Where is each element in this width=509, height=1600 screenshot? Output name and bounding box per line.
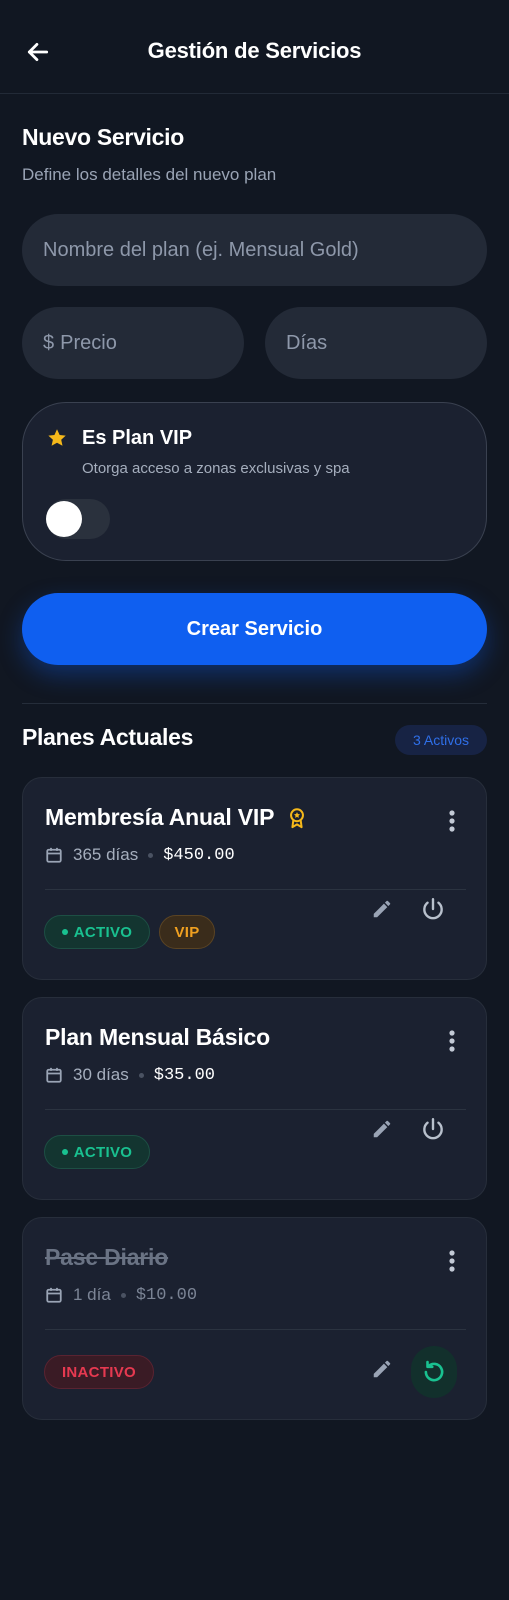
edit-icon (373, 1360, 391, 1378)
edit-icon (373, 1120, 391, 1138)
status-badge: ACTIVO (44, 1135, 150, 1169)
power-button[interactable] (419, 895, 447, 923)
more-vertical-icon (449, 1030, 455, 1052)
plan-card: Plan Mensual Básico 30 días $35.00 ACTIV… (22, 997, 487, 1200)
price-field[interactable]: $ (22, 307, 244, 379)
more-vertical-icon (449, 1250, 455, 1272)
plan-name: Plan Mensual Básico (45, 1024, 270, 1050)
plan-meta: 365 días $450.00 (45, 844, 235, 866)
section-divider (22, 703, 487, 704)
days-input[interactable] (286, 331, 487, 355)
edit-button[interactable] (368, 895, 396, 923)
meta-separator (148, 852, 154, 858)
award-icon (290, 808, 304, 829)
toggle-knob (46, 501, 82, 537)
more-options-button[interactable] (440, 1245, 464, 1277)
status-dot (61, 929, 68, 935)
calendar-icon (46, 1067, 62, 1083)
app-header: Gestión de Servicios (0, 0, 509, 94)
plan-card: Pase Diario 1 día $10.00 INACTIVO (22, 1217, 487, 1420)
star-icon (48, 429, 66, 446)
plan-name-field[interactable] (22, 214, 487, 286)
plan-days: 30 días (73, 1065, 129, 1084)
new-service-subtitle: Define los detalles del nuevo plan (22, 165, 277, 184)
status-dot (61, 1149, 68, 1155)
meta-separator (120, 1292, 126, 1298)
status-badge: INACTIVO (44, 1355, 154, 1389)
status-label: ACTIVO (73, 923, 133, 941)
plan-days: 365 días (73, 845, 139, 864)
status-label: ACTIVO (73, 1143, 133, 1161)
active-count-badge: 3 Activos (395, 725, 487, 755)
plan-card: Membresía Anual VIP 365 días $450.00 ACT… (22, 777, 487, 980)
days-field[interactable] (265, 307, 487, 379)
more-options-button[interactable] (440, 1025, 464, 1057)
page-title: Gestión de Servicios (147, 38, 362, 63)
edit-button[interactable] (368, 1115, 396, 1143)
price-input[interactable] (60, 331, 244, 355)
power-icon (423, 1118, 443, 1140)
plan-meta: 1 día $10.00 (45, 1284, 197, 1306)
plan-name-input[interactable] (43, 238, 487, 262)
plan-price: $10.00 (135, 1285, 198, 1305)
current-plans-title: Planes Actuales (22, 724, 194, 750)
plan-name: Pase Diario (45, 1244, 169, 1270)
edit-button[interactable] (368, 1355, 396, 1383)
restore-button[interactable] (411, 1346, 457, 1398)
new-service-title: Nuevo Servicio (22, 124, 184, 150)
vip-toggle[interactable] (46, 499, 110, 539)
power-button[interactable] (419, 1115, 447, 1143)
card-divider (45, 1109, 466, 1110)
plan-price: $450.00 (163, 845, 235, 865)
plan-price: $35.00 (153, 1065, 215, 1085)
calendar-icon (46, 847, 62, 863)
card-divider (45, 889, 466, 890)
price-prefix: $ (43, 331, 55, 354)
calendar-icon (46, 1287, 62, 1303)
edit-icon (373, 900, 391, 918)
plan-name: Membresía Anual VIP (45, 804, 275, 830)
status-badge: ACTIVO (44, 915, 150, 949)
more-vertical-icon (449, 810, 455, 832)
card-divider (45, 1329, 466, 1330)
vip-title: Es Plan VIP (82, 427, 193, 449)
plan-days: 1 día (73, 1285, 111, 1304)
vip-badge: VIP (159, 915, 215, 949)
create-service-button[interactable]: Crear Servicio (22, 593, 487, 665)
power-icon (423, 898, 443, 920)
restore-icon (424, 1360, 444, 1382)
more-options-button[interactable] (440, 805, 464, 837)
plan-meta: 30 días $35.00 (45, 1064, 215, 1086)
vip-description: Otorga acceso a zonas exclusivas y spa (82, 460, 350, 477)
vip-option-card: Es Plan VIP Otorga acceso a zonas exclus… (22, 402, 487, 561)
meta-separator (138, 1072, 144, 1078)
